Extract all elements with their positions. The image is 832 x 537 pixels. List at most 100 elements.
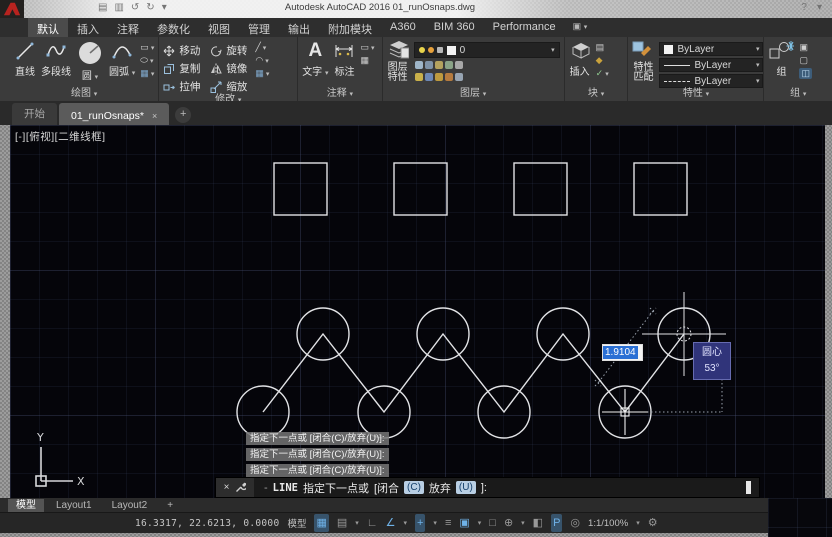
polar-caret-icon[interactable]: ▾ — [403, 519, 407, 527]
tab-layout1[interactable]: Layout1 — [48, 499, 100, 512]
insert-button[interactable]: 插入 — [569, 40, 591, 78]
new-drawing-tab-button[interactable]: + — [175, 107, 191, 123]
ellipse-button[interactable]: ⬭▾ — [140, 55, 154, 66]
layer-tool-icon[interactable] — [425, 73, 433, 81]
arc-flyout-icon[interactable]: ▾ — [132, 70, 136, 77]
file-tab-current[interactable]: 01_runOsnaps* × — [59, 103, 169, 125]
ribbon-tab-addins[interactable]: 附加模块 — [319, 18, 381, 37]
circle-button[interactable]: 圆 ▾ — [76, 40, 104, 82]
option-undo-chip[interactable]: (U) — [456, 481, 476, 494]
layer-lock-icon[interactable] — [437, 47, 443, 53]
layer-color-swatch[interactable] — [447, 46, 456, 55]
ribbon-tab-home[interactable]: 默认 — [28, 18, 68, 37]
layer-tool-icon[interactable] — [445, 73, 453, 81]
mirror-button[interactable]: 镜像 — [210, 61, 247, 76]
trim-button[interactable]: ╱▾ — [255, 42, 269, 53]
panel-label-block[interactable]: 块 ▾ — [565, 88, 628, 101]
ribbon-tab-bim360[interactable]: BIM 360 — [425, 18, 484, 37]
new-icon[interactable]: ▤ — [98, 2, 107, 13]
polar-tracking-icon[interactable]: ∠ — [386, 514, 396, 532]
color-dropdown[interactable]: ByLayer ▾ — [659, 42, 763, 56]
quick-access-toolbar[interactable]: ▤ ▥ ↺ ↻ ▾ — [98, 2, 167, 13]
dynamic-input-field[interactable]: 1.9104 — [602, 344, 643, 361]
panel-label-layers[interactable]: 图层 ▾ — [383, 88, 564, 101]
option-close-chip[interactable]: (C) — [404, 481, 424, 494]
viewport-controls[interactable]: [-][俯视][二维线框] — [15, 129, 106, 144]
grid-toggle-icon[interactable]: ▦ — [314, 514, 328, 532]
new-layout-button[interactable]: + — [159, 499, 181, 512]
hatch-button[interactable]: ▦▾ — [140, 68, 154, 79]
tab-model[interactable]: 模型 — [8, 499, 44, 512]
layer-tool-icon[interactable] — [445, 61, 453, 69]
layer-properties-button[interactable]: 图层特性 — [387, 40, 409, 83]
ribbon-tab-view[interactable]: 视图 — [199, 18, 239, 37]
infocenter[interactable]: ? ▾ — [801, 2, 822, 13]
undo-icon[interactable]: ↺ — [131, 2, 139, 13]
polyline-button[interactable]: 多段线 — [41, 40, 71, 78]
layer-thaw-icon[interactable] — [428, 47, 434, 53]
text-button[interactable]: A 文字 ▾ — [302, 40, 328, 78]
file-tab-start[interactable]: 开始 — [12, 103, 57, 125]
array-button[interactable]: ▦▾ — [255, 68, 269, 79]
record-icon[interactable]: ▣ ▾ — [565, 18, 596, 37]
command-prompt-text[interactable]: - LINE 指定下一点或 [闭合 (C) 放弃 (U) ]: — [254, 480, 746, 496]
panel-label-annotation[interactable]: 注释 ▾ — [298, 88, 381, 101]
layer-tool-icon[interactable] — [455, 61, 463, 69]
group-button[interactable]: 组 — [768, 40, 794, 78]
rotate-button[interactable]: 旋转 — [210, 43, 247, 58]
snap-toggle-icon[interactable]: ▤ — [337, 514, 347, 532]
linetype-dropdown[interactable]: ByLayer ▾ — [659, 74, 763, 88]
qat-dropdown-icon[interactable]: ▾ — [162, 2, 167, 13]
lineweight-toggle-icon[interactable]: ≡ — [445, 514, 451, 532]
edit-block-button[interactable]: ◆ — [596, 55, 609, 66]
move-button[interactable]: 移动 — [163, 43, 200, 58]
application-menu-button[interactable] — [0, 0, 24, 18]
quick-properties-icon[interactable]: P — [551, 514, 562, 532]
ucs-caret-icon[interactable]: ▾ — [521, 519, 525, 527]
layer-dropdown[interactable]: 0 ▾ — [414, 42, 560, 58]
customize-wrench-icon[interactable] — [235, 482, 246, 493]
space-indicator[interactable]: 模型 — [287, 516, 306, 530]
ribbon-tab-parametric[interactable]: 参数化 — [148, 18, 199, 37]
customization-gear-icon[interactable]: ⚙ — [648, 514, 658, 532]
layer-dropdown-caret-icon[interactable]: ▾ — [551, 46, 555, 54]
layer-tool-icon[interactable] — [435, 61, 443, 69]
line-button[interactable]: 直线 — [14, 40, 36, 78]
annotation-monitor-icon[interactable]: ◎ — [570, 514, 580, 532]
panel-label-draw[interactable]: 绘图 ▾ — [10, 88, 158, 101]
table-button[interactable]: ▦ — [360, 55, 374, 66]
snap3d-caret-icon[interactable]: ▾ — [478, 519, 482, 527]
osnap-toggle-icon[interactable]: + — [415, 514, 425, 532]
command-line-bar[interactable]: × - LINE 指定下一点或 [闭合 (C) 放弃 (U) ]: — [215, 477, 760, 498]
ribbon-tab-manage[interactable]: 管理 — [239, 18, 279, 37]
ribbon-tab-performance[interactable]: Performance — [484, 18, 565, 37]
create-block-button[interactable]: ▤ — [596, 42, 609, 53]
osnap-caret-icon[interactable]: ▾ — [433, 519, 437, 527]
leader-button[interactable]: ▭▾ — [360, 42, 374, 53]
rectangle-button[interactable]: ▭▾ — [140, 42, 154, 53]
object-snap-3d-icon[interactable]: ▣ — [459, 514, 469, 532]
infocenter-dropdown-icon[interactable]: ▾ — [817, 2, 822, 13]
stretch-button[interactable]: 拉伸 — [163, 79, 200, 94]
close-file-tab-icon[interactable]: × — [152, 111, 157, 121]
layer-tool-icon[interactable] — [455, 73, 463, 81]
scale-button[interactable]: 缩放 — [210, 79, 247, 94]
redo-icon[interactable]: ↻ — [146, 2, 154, 13]
ortho-toggle-icon[interactable]: ∟ — [367, 514, 378, 532]
group-edit-button[interactable]: ▢ — [799, 55, 812, 66]
close-command-icon[interactable]: × — [224, 482, 230, 493]
ribbon-tab-a360[interactable]: A360 — [381, 18, 425, 37]
block-attributes-button[interactable]: ✓▾ — [596, 68, 609, 79]
selection-cycling-icon[interactable]: ◧ — [533, 514, 543, 532]
dimension-button[interactable]: 标注 — [333, 40, 355, 78]
layer-tool-icon[interactable] — [425, 61, 433, 69]
save-icon[interactable]: ▥ — [114, 2, 123, 13]
layer-tool-icon[interactable] — [415, 61, 423, 69]
layer-tool-icon[interactable] — [415, 73, 423, 81]
ribbon-tab-annotate[interactable]: 注释 — [108, 18, 148, 37]
layer-on-icon[interactable] — [419, 47, 425, 53]
fillet-button[interactable]: ◠▾ — [255, 55, 269, 66]
ungroup-button[interactable]: ▣ — [799, 42, 812, 53]
layer-tool-icon[interactable] — [435, 73, 443, 81]
panel-label-groups[interactable]: 组 ▾ — [764, 88, 832, 101]
